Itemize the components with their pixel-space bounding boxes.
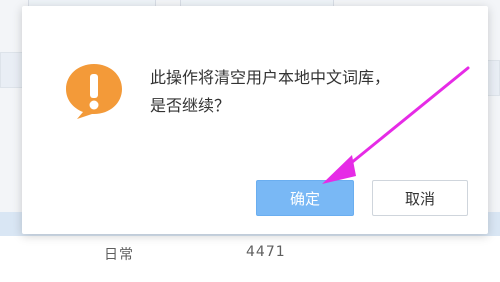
confirm-button[interactable]: 确定: [256, 180, 354, 216]
dialog-message: 此操作将清空用户本地中文词库， 是否继续？: [150, 64, 390, 120]
blur-smudge: [312, 240, 494, 280]
warning-exclamation-icon: [66, 64, 122, 119]
message-line-1: 此操作将清空用户本地中文词库，: [150, 68, 391, 87]
confirm-dialog: 此操作将清空用户本地中文词库， 是否继续？ 确定 取消: [22, 6, 488, 234]
background-side-panel-left: [0, 52, 24, 88]
background-row-count: 4471: [246, 244, 286, 260]
message-line-2: 是否继续？: [150, 96, 231, 115]
background-row-label: 日常: [104, 247, 134, 263]
cancel-button[interactable]: 取消: [372, 180, 468, 216]
